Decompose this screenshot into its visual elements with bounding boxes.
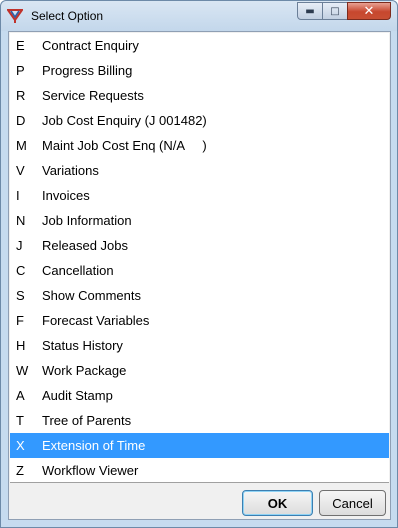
option-shortcut-key: S <box>16 288 25 303</box>
option-label: Status History <box>42 338 123 353</box>
option-shortcut-key: T <box>16 413 24 428</box>
tree-logo-icon <box>7 9 23 23</box>
close-button[interactable]: ✕ <box>347 2 391 20</box>
option-shortcut-key: Z <box>16 463 24 478</box>
option-item[interactable]: W Work Package <box>10 358 389 383</box>
cancel-button[interactable]: Cancel <box>319 490 386 516</box>
ok-button[interactable]: OK <box>242 490 313 516</box>
option-item[interactable]: X Extension of Time <box>10 433 389 458</box>
option-shortcut-key: C <box>16 263 26 278</box>
option-shortcut-key: D <box>16 113 26 128</box>
option-label: Cancellation <box>42 263 114 278</box>
option-label: Progress Billing <box>42 63 133 78</box>
option-label: Job Cost Enquiry (J 001482) <box>42 113 207 128</box>
option-shortcut-key: E <box>16 38 25 53</box>
option-item[interactable]: D Job Cost Enquiry (J 001482) <box>10 108 389 133</box>
option-label: Audit Stamp <box>42 388 113 403</box>
option-item[interactable]: R Service Requests <box>10 83 389 108</box>
title-bar[interactable]: Select Option ▬ □ ✕ <box>1 1 397 31</box>
option-label: Invoices <box>42 188 90 203</box>
option-item[interactable]: C Cancellation <box>10 258 389 283</box>
select-option-dialog: Select Option ▬ □ ✕ E Contract Enquiry P Pr… <box>0 0 398 528</box>
option-item[interactable]: S Show Comments <box>10 283 389 308</box>
option-shortcut-key: P <box>16 63 25 78</box>
option-item[interactable]: E Contract Enquiry <box>10 33 389 58</box>
option-item[interactable]: J Released Jobs <box>10 233 389 258</box>
option-label: Workflow Viewer <box>42 463 139 478</box>
option-shortcut-key: A <box>16 388 25 403</box>
option-shortcut-key: M <box>16 138 27 153</box>
minimize-button[interactable]: ▬ <box>297 2 323 20</box>
option-label: Job Information <box>42 213 132 228</box>
option-shortcut-key: F <box>16 313 24 328</box>
option-shortcut-key: W <box>16 363 29 378</box>
option-shortcut-key: J <box>16 238 23 253</box>
window-controls: ▬ □ ✕ <box>297 2 391 20</box>
option-label: Contract Enquiry <box>42 38 139 53</box>
option-item[interactable]: T Tree of Parents <box>10 408 389 433</box>
option-item[interactable]: A Audit Stamp <box>10 383 389 408</box>
window-title: Select Option <box>31 9 104 23</box>
option-shortcut-key: X <box>16 438 25 453</box>
option-item[interactable]: Z Workflow Viewer <box>10 458 389 483</box>
option-shortcut-key: H <box>16 338 26 353</box>
option-shortcut-key: V <box>16 163 25 178</box>
dialog-body: E Contract Enquiry P Progress Billing R Servi… <box>8 31 391 520</box>
option-label: Maint Job Cost Enq (N/A ) <box>42 138 207 153</box>
maximize-icon: □ <box>330 5 340 17</box>
option-label: Extension of Time <box>42 438 146 453</box>
option-label: Work Package <box>42 363 127 378</box>
option-label: Show Comments <box>42 288 141 303</box>
maximize-button[interactable]: □ <box>322 2 348 20</box>
option-list[interactable]: E Contract Enquiry P Progress Billing R Servi… <box>10 33 389 483</box>
close-icon: ✕ <box>363 3 375 19</box>
minimize-icon: ▬ <box>305 5 315 17</box>
option-label: Forecast Variables <box>42 313 150 328</box>
option-item[interactable]: M Maint Job Cost Enq (N/A ) <box>10 133 389 158</box>
option-shortcut-key: R <box>16 88 26 103</box>
option-shortcut-key: N <box>16 213 26 228</box>
option-item[interactable]: F Forecast Variables <box>10 308 389 333</box>
option-label: Variations <box>42 163 99 178</box>
option-item[interactable]: N Job Information <box>10 208 389 233</box>
option-item[interactable]: P Progress Billing <box>10 58 389 83</box>
option-item[interactable]: I Invoices <box>10 183 389 208</box>
option-label: Tree of Parents <box>42 413 132 428</box>
option-shortcut-key: I <box>16 188 20 203</box>
option-label: Service Requests <box>42 88 144 103</box>
option-item[interactable]: V Variations <box>10 158 389 183</box>
option-label: Released Jobs <box>42 238 128 253</box>
option-item[interactable]: H Status History <box>10 333 389 358</box>
